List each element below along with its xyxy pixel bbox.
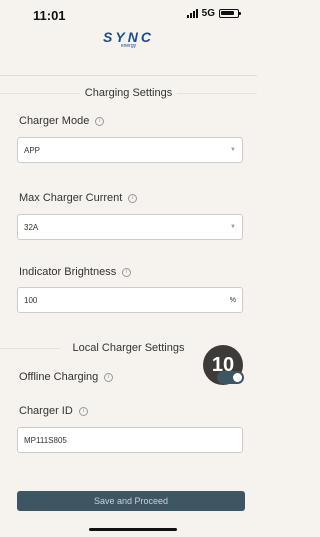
max-current-label: Max Charger Current i (19, 192, 138, 204)
charger-mode-text: Charger Mode (19, 115, 90, 127)
app-logo: SYNC energy (0, 30, 257, 49)
max-current-select[interactable]: 32A ▼ (17, 214, 243, 240)
chevron-down-icon: ▼ (230, 224, 236, 230)
info-icon[interactable]: i (95, 116, 105, 126)
indicator-brightness-label: Indicator Brightness i (19, 266, 132, 278)
charger-id-label: Charger ID i (19, 405, 88, 417)
logo-sub: energy (120, 43, 137, 49)
indicator-brightness-value: 100 (24, 295, 38, 305)
logo-word: SYNC (103, 29, 154, 45)
status-indicators: 5G (186, 8, 241, 19)
section-title-charging: Charging Settings (84, 87, 173, 99)
offline-charging-label: Offline Charging i (19, 371, 114, 383)
indicator-brightness-input[interactable]: 100 % (17, 287, 243, 313)
status-time: 11:01 (33, 8, 66, 23)
status-bar: 11:01 5G (0, 0, 257, 26)
header-divider (0, 75, 257, 76)
save-and-proceed-button[interactable]: Save and Proceed (17, 491, 245, 511)
info-icon[interactable]: i (128, 193, 138, 203)
max-current-text: Max Charger Current (19, 192, 123, 204)
info-icon[interactable]: i (104, 372, 114, 382)
charger-mode-value: APP (24, 145, 41, 155)
charger-mode-select[interactable]: APP ▼ (17, 137, 243, 163)
offline-charging-text: Offline Charging (19, 371, 99, 383)
indicator-brightness-text: Indicator Brightness (19, 266, 117, 278)
charger-mode-label: Charger Mode i (19, 115, 105, 127)
info-icon[interactable]: i (122, 267, 132, 277)
charger-id-value: MP111S805 (24, 435, 67, 445)
chevron-down-icon: ▼ (230, 147, 236, 153)
home-indicator (89, 528, 177, 531)
network-label: 5G (201, 8, 215, 19)
percent-unit: % (229, 296, 236, 304)
charger-id-input[interactable]: MP111S805 (17, 427, 243, 453)
info-icon[interactable]: i (78, 406, 88, 416)
battery-icon (219, 9, 241, 18)
max-current-value: 32A (24, 222, 39, 232)
signal-icon (186, 9, 198, 18)
offline-charging-toggle[interactable] (217, 371, 244, 384)
charger-id-text: Charger ID (19, 405, 73, 417)
